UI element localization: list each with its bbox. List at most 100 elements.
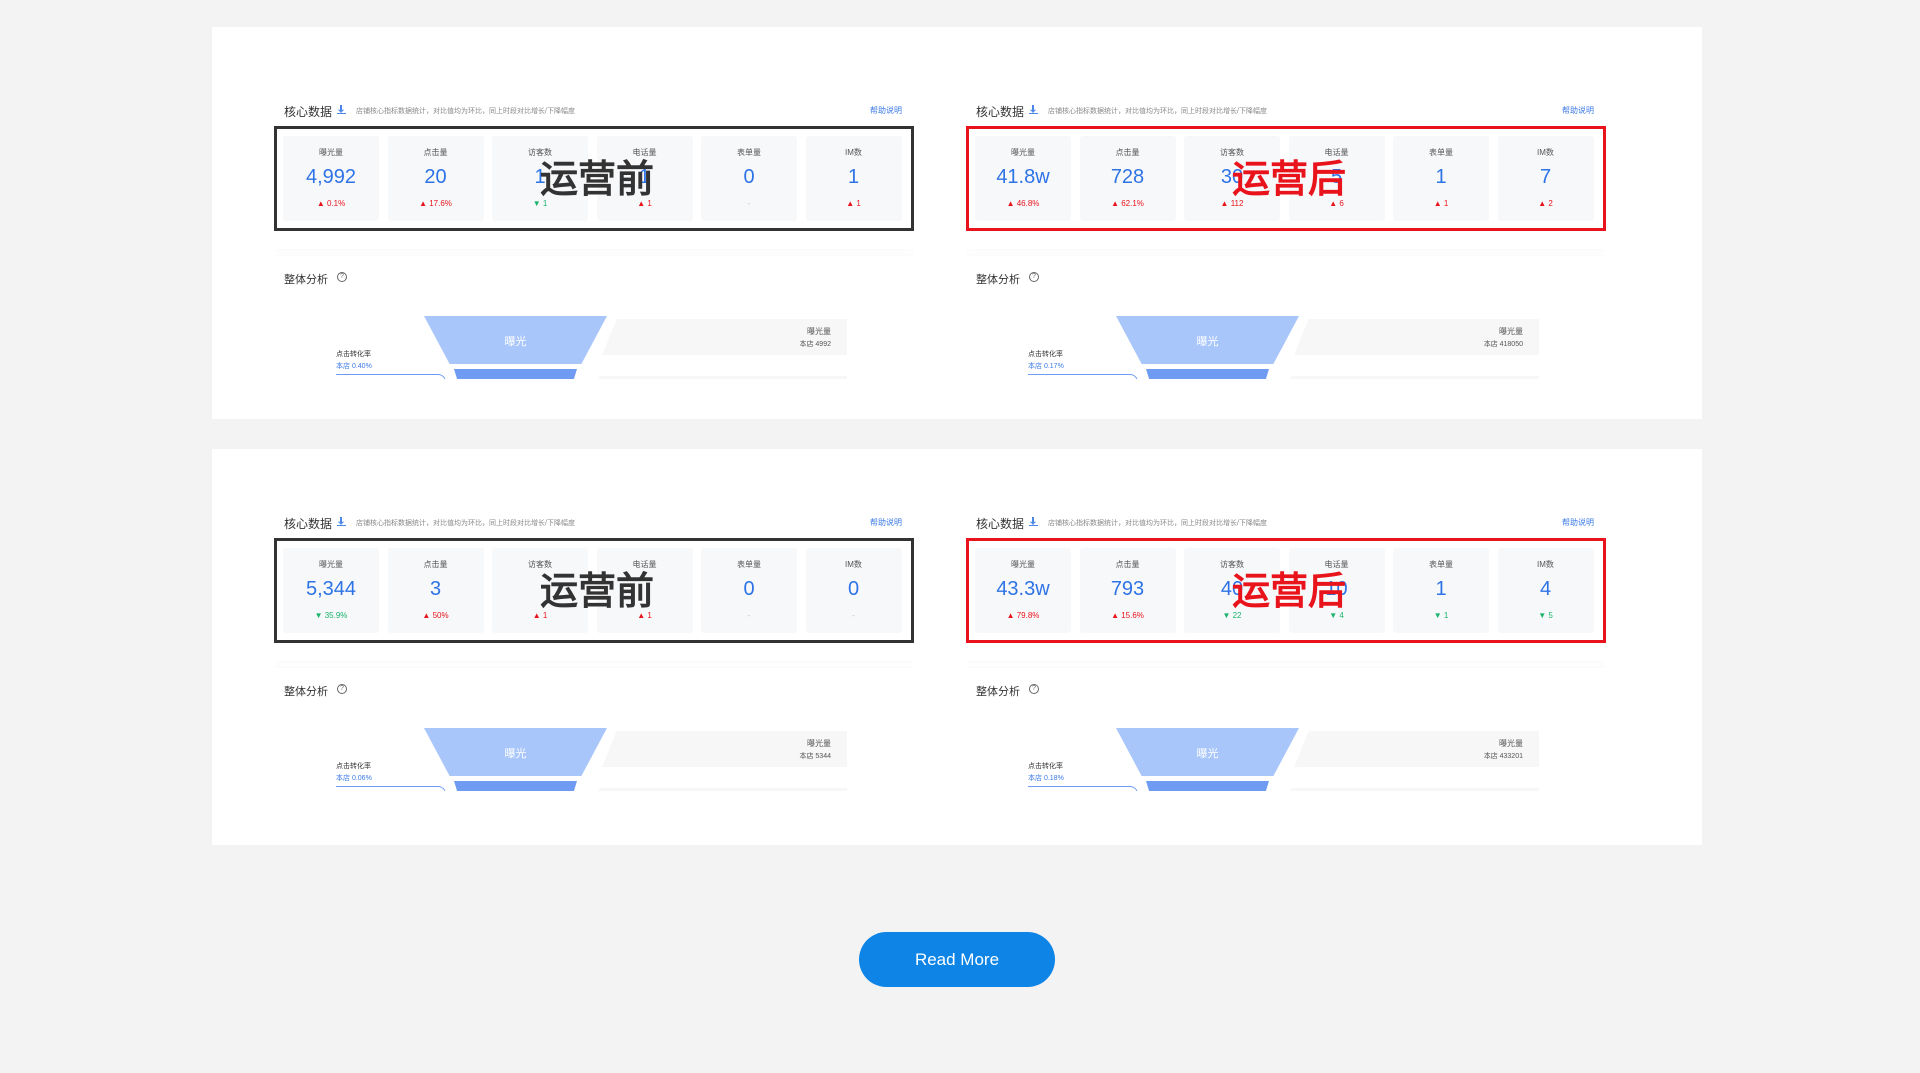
highlight-frame: 曝光量 43.3w ▲ 79.8% 点击量 793 ▲ 15.6% 访客数 40 ▼ 22 … <box>966 538 1606 643</box>
analysis-title: 整体分析 <box>284 686 328 698</box>
panel-after: 核心数据 店铺核心指标数据统计，对比值均为环比，同上时段对比增长/下降幅度 帮助… <box>966 501 1606 791</box>
metric-label: IM数 <box>845 560 862 569</box>
comparison-card-2: 核心数据 店铺核心指标数据统计，对比值均为环比，同上时段对比增长/下降幅度 帮助… <box>212 449 1702 845</box>
funnel-bottom <box>1146 369 1269 379</box>
core-data-section: 核心数据 店铺核心指标数据统计，对比值均为环比，同上时段对比增长/下降幅度 帮助… <box>966 89 1606 249</box>
core-data-title: 核心数据 <box>284 105 333 119</box>
metric-label: IM数 <box>1537 560 1554 569</box>
help-link[interactable]: 帮助说明 <box>870 517 902 528</box>
rate-label: 点击转化率 <box>1028 351 1063 358</box>
metric-label: 曝光量 <box>319 148 343 157</box>
overlay-label: 运营前 <box>539 159 654 201</box>
metric-label: 表单量 <box>737 148 761 157</box>
funnel-bottom <box>1146 781 1269 791</box>
download-icon[interactable] <box>337 105 346 114</box>
funnel-info-box-2 <box>584 376 847 379</box>
overall-analysis-section: 整体分析 ? 曝光 曝光量 本店 4992 点击转化率 本店 0.40% <box>274 256 914 379</box>
info-value: 本店 5344 <box>799 753 831 760</box>
core-data-title: 核心数据 <box>976 517 1025 531</box>
metric-label: 表单量 <box>1429 560 1453 569</box>
funnel-top-label: 曝光 <box>1196 336 1219 348</box>
overall-analysis-section: 整体分析 ? 曝光 曝光量 本店 5344 点击转化率 本店 0.06% <box>274 668 914 791</box>
info-value: 本店 433201 <box>1483 753 1523 760</box>
core-data-header: 核心数据 店铺核心指标数据统计，对比值均为环比，同上时段对比增长/下降幅度 帮助… <box>976 515 1596 531</box>
download-icon[interactable] <box>1029 517 1038 526</box>
rate-connector <box>1028 374 1138 379</box>
help-link[interactable]: 帮助说明 <box>1562 517 1594 528</box>
analysis-title: 整体分析 <box>976 274 1020 286</box>
question-icon[interactable]: ? <box>337 272 347 282</box>
panel-before: 核心数据 店铺核心指标数据统计，对比值均为环比，同上时段对比增长/下降幅度 帮助… <box>274 501 914 791</box>
funnel-info-box: 曝光量 本店 5344 <box>602 731 847 767</box>
metric-label: IM数 <box>845 148 862 157</box>
funnel-top-label: 曝光 <box>504 748 527 760</box>
funnel-bottom <box>454 781 577 791</box>
highlight-frame: 曝光量 4,992 ▲ 0.1% 点击量 20 ▲ 17.6% 访客数 1 ▼ 1 电话量 1… <box>274 126 914 231</box>
info-label: 曝光量 <box>1499 327 1523 336</box>
metric-label: 电话量 <box>1324 148 1349 157</box>
metric-label: 表单量 <box>1429 148 1453 157</box>
overall-analysis-section: 整体分析 ? 曝光 曝光量 本店 433201 点击转化率 本店 0.18% <box>966 668 1606 791</box>
metric-label: 访客数 <box>1220 560 1244 569</box>
info-value: 本店 4992 <box>799 341 831 348</box>
info-label: 曝光量 <box>807 327 831 336</box>
metric-label: 点击量 <box>1115 560 1140 569</box>
panel-after: 核心数据 店铺核心指标数据统计，对比值均为环比，同上时段对比增长/下降幅度 帮助… <box>966 89 1606 379</box>
info-label: 曝光量 <box>1499 739 1523 748</box>
rate-value: 本店 0.06% <box>336 775 372 782</box>
highlight-frame: 曝光量 5,344 ▼ 35.9% 点击量 3 ▲ 50% 访客数 ▲ 1 电话量 ▲ 1 … <box>274 538 914 643</box>
question-icon[interactable]: ? <box>1029 684 1039 694</box>
highlight-frame: 曝光量 41.8w ▲ 46.8% 点击量 728 ▲ 62.1% 访客数 30 ▲ 112… <box>966 126 1606 231</box>
core-data-title: 核心数据 <box>976 105 1025 119</box>
rate-value: 本店 0.40% <box>336 363 372 370</box>
rate-value: 本店 0.17% <box>1028 363 1064 370</box>
analysis-title: 整体分析 <box>284 274 328 286</box>
funnel-top-label: 曝光 <box>1196 748 1219 760</box>
core-data-section: 核心数据 店铺核心指标数据统计，对比值均为环比，同上时段对比增长/下降幅度 帮助… <box>966 501 1606 661</box>
metric-label: 访客数 <box>1220 148 1244 157</box>
download-icon[interactable] <box>337 517 346 526</box>
core-data-description: 店铺核心指标数据统计，对比值均为环比，同上时段对比增长/下降幅度 <box>1048 108 1267 115</box>
funnel-bottom <box>454 369 577 379</box>
analysis-title: 整体分析 <box>976 686 1020 698</box>
help-link[interactable]: 帮助说明 <box>870 105 902 116</box>
rate-connector <box>336 374 446 379</box>
comparison-card-1: 核心数据 店铺核心指标数据统计，对比值均为环比，同上时段对比增长/下降幅度 帮助… <box>212 27 1702 419</box>
overlay-label: 运营后 <box>1231 159 1346 201</box>
rate-label: 点击转化率 <box>336 763 371 770</box>
core-data-header: 核心数据 店铺核心指标数据统计，对比值均为环比，同上时段对比增长/下降幅度 帮助… <box>284 103 904 119</box>
rate-connector <box>1028 786 1138 791</box>
rate-label: 点击转化率 <box>1028 763 1063 770</box>
core-data-title: 核心数据 <box>284 517 333 531</box>
help-link[interactable]: 帮助说明 <box>1562 105 1594 116</box>
metric-label: 访客数 <box>528 560 552 569</box>
funnel-info-box-2 <box>584 788 847 791</box>
info-value: 本店 418050 <box>1483 341 1523 348</box>
rate-value: 本店 0.18% <box>1028 775 1064 782</box>
funnel-info-box-2 <box>1276 376 1539 379</box>
metric-label: 电话量 <box>1324 560 1349 569</box>
core-data-header: 核心数据 店铺核心指标数据统计，对比值均为环比，同上时段对比增长/下降幅度 帮助… <box>284 515 904 531</box>
core-data-description: 店铺核心指标数据统计，对比值均为环比，同上时段对比增长/下降幅度 <box>356 108 575 115</box>
download-icon[interactable] <box>1029 105 1038 114</box>
metric-label: 曝光量 <box>1011 560 1035 569</box>
funnel-info-box: 曝光量 本店 433201 <box>1294 731 1539 767</box>
metric-label: 点击量 <box>423 560 448 569</box>
core-data-section: 核心数据 店铺核心指标数据统计，对比值均为环比，同上时段对比增长/下降幅度 帮助… <box>274 89 914 249</box>
info-label: 曝光量 <box>807 739 831 748</box>
metric-label: 曝光量 <box>319 560 343 569</box>
metric-label: IM数 <box>1537 148 1554 157</box>
question-icon[interactable]: ? <box>1029 272 1039 282</box>
overlay-label: 运营前 <box>539 571 654 613</box>
question-icon[interactable]: ? <box>337 684 347 694</box>
funnel-info-box: 曝光量 本店 4992 <box>602 319 847 355</box>
metric-label: 电话量 <box>632 560 657 569</box>
metric-label: 曝光量 <box>1011 148 1035 157</box>
core-data-section: 核心数据 店铺核心指标数据统计，对比值均为环比，同上时段对比增长/下降幅度 帮助… <box>274 501 914 661</box>
panel-before: 核心数据 店铺核心指标数据统计，对比值均为环比，同上时段对比增长/下降幅度 帮助… <box>274 89 914 379</box>
metric-label: 点击量 <box>1115 148 1140 157</box>
core-data-header: 核心数据 店铺核心指标数据统计，对比值均为环比，同上时段对比增长/下降幅度 帮助… <box>976 103 1596 119</box>
read-more-button[interactable]: Read More <box>859 932 1055 987</box>
overall-analysis-section: 整体分析 ? 曝光 曝光量 本店 418050 点击转化率 本店 0.17% <box>966 256 1606 379</box>
overlay-label: 运营后 <box>1231 571 1346 613</box>
